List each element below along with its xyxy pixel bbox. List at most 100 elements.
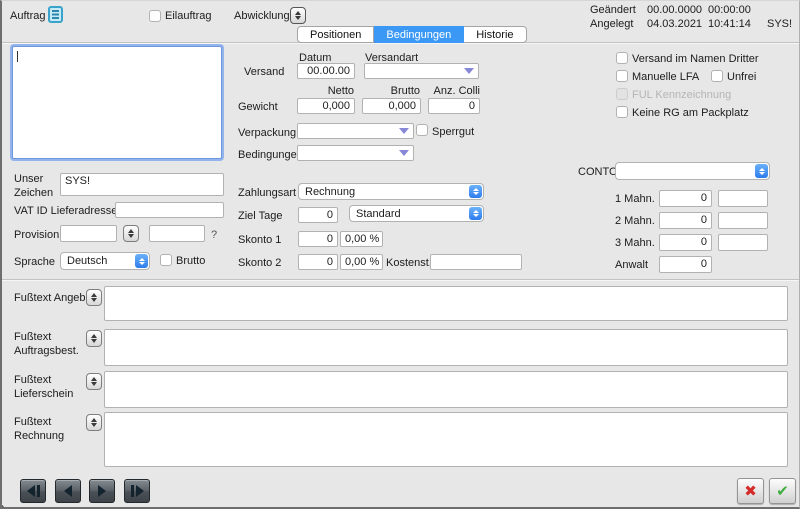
bedingungen-combo[interactable] (297, 145, 414, 161)
versand-dritter-label: Versand im Namen Dritter (632, 53, 759, 67)
unfrei-label: Unfrei (727, 71, 756, 85)
versand-label: Versand (244, 66, 284, 80)
zahlungsart-dropdown[interactable]: Rechnung (298, 183, 484, 200)
provision-stepper[interactable] (123, 225, 139, 242)
brutto-label: Brutto (176, 255, 205, 269)
ful-label: FUL Kennzeichnung (632, 89, 731, 103)
fusstext-auftragsbest-stepper[interactable] (86, 330, 102, 347)
fusstext-rechnung-textarea[interactable] (104, 412, 788, 467)
stepper-down-icon (91, 423, 97, 427)
fusstext-lieferschein-stepper[interactable] (86, 373, 102, 390)
manuelle-lfa-label: Manuelle LFA (632, 71, 699, 85)
stepper-up-icon (91, 377, 97, 381)
mahn1-extra-field[interactable] (718, 190, 768, 207)
stepper-down-icon (91, 298, 97, 302)
fusstext-lieferschein-textarea[interactable] (104, 371, 788, 408)
abwicklung-stepper[interactable] (290, 7, 306, 24)
next-record-button[interactable] (89, 479, 115, 503)
provision-hint: ? (211, 229, 217, 243)
sprache-value: Deutsch (67, 255, 107, 267)
provision-field[interactable] (60, 225, 117, 242)
sperrgut-label: Sperrgut (432, 126, 474, 140)
conto-dropdown[interactable] (615, 162, 770, 180)
text-cursor (17, 51, 18, 62)
versand-datum-field[interactable]: 00.00.00 (297, 63, 355, 79)
ok-check-icon: ✔ (776, 482, 789, 500)
conto-label: CONTO (578, 166, 618, 180)
kostenst-field[interactable] (430, 254, 522, 270)
skonto2-label: Skonto 2 (238, 257, 281, 271)
geaendert-time: 00:00:00 (708, 4, 751, 18)
verpackung-combo[interactable] (297, 123, 414, 139)
mahn2-label: 2 Mahn. (615, 215, 655, 229)
tab-bar: Positionen Bedingungen Historie (297, 26, 527, 43)
tab-bedingungen[interactable]: Bedingungen (374, 26, 464, 43)
mahn2-extra-field[interactable] (718, 212, 768, 229)
fusstext-auftragsbest-textarea[interactable] (104, 329, 788, 366)
gewicht-netto-field[interactable]: 0,000 (297, 98, 355, 114)
fusstext-angebot-label: Fußtext Angebot (14, 292, 95, 306)
versandart-combo[interactable] (364, 63, 479, 79)
anwalt-field[interactable]: 0 (659, 256, 712, 273)
order-notes-textarea[interactable] (12, 46, 222, 159)
next-record-icon (98, 485, 106, 497)
skonto1-field[interactable]: 0 (298, 231, 338, 247)
skonto2-pct-field[interactable]: 0,00 % (340, 254, 383, 270)
fusstext-angebot-stepper[interactable] (86, 289, 102, 306)
last-record-icon (136, 485, 144, 497)
anz-colli-field[interactable]: 0 (428, 98, 480, 114)
mahn3-field[interactable]: 0 (659, 234, 712, 251)
mahn3-label: 3 Mahn. (615, 237, 655, 251)
gewicht-brutto-field[interactable]: 0,000 (362, 98, 421, 114)
eilauftrag-checkbox[interactable] (149, 10, 161, 22)
fusstext-lieferschein-label-line1: Fußtext (14, 374, 73, 388)
last-record-button[interactable] (124, 479, 150, 503)
unser-zeichen-label: Unser Zeichen (14, 173, 58, 201)
popup-stepper-icon (755, 164, 768, 178)
angelegt-time: 10:41:14 (708, 18, 751, 32)
unser-zeichen-field[interactable]: SYS! (60, 173, 224, 196)
tab-historie[interactable]: Historie (464, 26, 526, 43)
ziel-tage-field[interactable]: 0 (298, 207, 338, 223)
mahn2-field[interactable]: 0 (659, 212, 712, 229)
stepper-down-icon (295, 16, 301, 20)
brutto-column-label: Brutto (362, 85, 420, 99)
order-document-icon (48, 6, 63, 23)
anz-colli-column-label: Anz. Colli (426, 85, 480, 99)
tab-positionen[interactable]: Positionen (297, 26, 374, 43)
first-record-button[interactable] (20, 479, 46, 503)
provision-field-2[interactable] (149, 225, 205, 242)
cancel-button[interactable]: ✖ (737, 478, 764, 504)
eilauftrag-label: Eilauftrag (165, 10, 211, 24)
skonto1-label: Skonto 1 (238, 234, 281, 248)
versand-dritter-checkbox[interactable] (616, 52, 628, 64)
window-title: Auftrag (10, 10, 45, 24)
skonto2-field[interactable]: 0 (298, 254, 338, 270)
vat-id-field[interactable] (115, 202, 224, 218)
geaendert-label: Geändert (590, 4, 636, 18)
sprache-label: Sprache (14, 256, 55, 270)
ziel-tage-type-dropdown[interactable]: Standard (349, 205, 484, 222)
fusstext-rechnung-label-line2: Rechnung (14, 430, 64, 444)
gewicht-label: Gewicht (238, 101, 278, 115)
unfrei-checkbox[interactable] (711, 70, 723, 82)
sprache-dropdown[interactable]: Deutsch (60, 252, 150, 270)
ziel-tage-label: Ziel Tage (238, 210, 282, 224)
provision-label: Provision (14, 229, 59, 243)
geaendert-date: 00.00.0000 (647, 4, 702, 18)
stepper-up-icon (295, 11, 301, 15)
ok-button[interactable]: ✔ (769, 478, 796, 504)
skonto1-pct-field[interactable]: 0,00 % (340, 231, 383, 247)
stepper-up-icon (128, 229, 134, 233)
fusstext-auftragsbest-label-line2: Auftragsbest. (14, 345, 79, 359)
previous-record-button[interactable] (55, 479, 81, 503)
fusstext-angebot-textarea[interactable] (104, 286, 788, 321)
manuelle-lfa-checkbox[interactable] (616, 70, 628, 82)
mahn3-extra-field[interactable] (718, 234, 768, 251)
keine-rg-checkbox[interactable] (616, 106, 628, 118)
sperrgut-checkbox[interactable] (416, 124, 428, 136)
window-resize-corner (1, 492, 17, 508)
fusstext-rechnung-stepper[interactable] (86, 414, 102, 431)
brutto-checkbox[interactable] (160, 254, 172, 266)
mahn1-field[interactable]: 0 (659, 190, 712, 207)
